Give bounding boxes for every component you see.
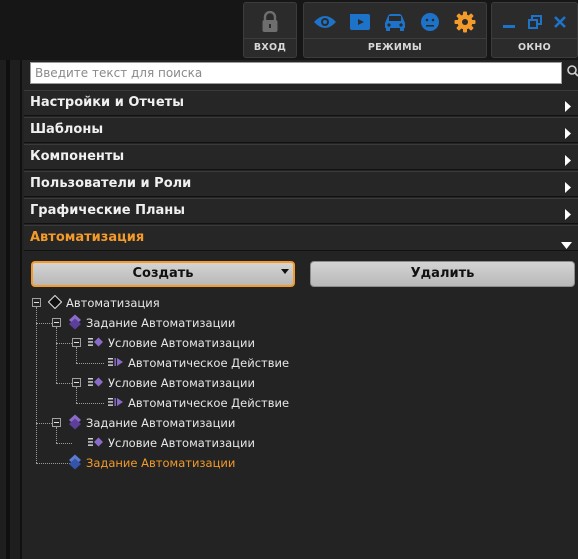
section-components[interactable]: Компоненты [24, 144, 578, 170]
tree-connector [56, 327, 57, 383]
chevron-right-icon [564, 97, 572, 116]
dropdown-arrow-icon[interactable] [281, 260, 289, 282]
tree-connector [56, 343, 72, 344]
tree-connector [76, 363, 104, 364]
condition-icon [88, 336, 104, 350]
left-gutter [0, 60, 22, 559]
tree-connector [36, 323, 52, 324]
tree-node-condition[interactable]: Условие Автоматизации [88, 333, 255, 353]
tree-connector [56, 383, 72, 384]
panel-edge [20, 60, 22, 559]
chevron-right-icon [564, 124, 572, 143]
tree-node-label: Автоматическое Действие [128, 356, 290, 370]
tree-node-label: Автоматизация [66, 296, 160, 310]
tree-node-condition[interactable]: Условие Автоматизации [88, 373, 255, 393]
section-label: Пользователи и Роли [30, 176, 192, 191]
tree-connector [36, 307, 37, 463]
tree-node-task[interactable]: Задание Автоматизации [68, 413, 235, 433]
chevron-right-icon [564, 151, 572, 170]
tree-node-label: Условие Автоматизации [108, 436, 255, 450]
section-templates[interactable]: Шаблоны [24, 117, 578, 143]
window-group: ОКНО [491, 2, 578, 58]
tree-node-label: Условие Автоматизации [108, 376, 255, 390]
chevron-right-icon [564, 205, 572, 224]
login-group: ВХОД [243, 2, 297, 58]
tree-connector [36, 423, 52, 424]
tree-node-automation-root[interactable]: Автоматизация [47, 293, 160, 313]
collapse-toggle[interactable] [72, 378, 81, 387]
login-caption: ВХОД [244, 38, 296, 57]
car-icon[interactable] [382, 9, 408, 35]
collapse-toggle[interactable] [32, 298, 41, 307]
restore-icon[interactable] [522, 9, 548, 35]
task-icon-new [68, 454, 82, 473]
tree-node-label: Автоматическое Действие [128, 396, 290, 410]
tree-connector [76, 403, 104, 404]
tree-node-task[interactable]: Задание Автоматизации [68, 313, 235, 333]
section-label: Настройки и Отчеты [30, 95, 184, 110]
automation-root-icon [47, 294, 63, 312]
face-icon[interactable] [417, 9, 443, 35]
tree-node-label: Задание Автоматизации [86, 456, 236, 470]
collapse-toggle[interactable] [52, 418, 61, 427]
create-button[interactable]: Создать [31, 261, 295, 287]
condition-icon [88, 376, 104, 390]
action-icon [108, 396, 124, 410]
tree-node-condition[interactable]: Условие Автоматизации [88, 433, 255, 453]
search-icon[interactable] [566, 64, 578, 80]
close-icon[interactable] [547, 9, 573, 35]
section-label: Компоненты [30, 149, 125, 164]
task-icon [68, 314, 82, 333]
automation-tree: Автоматизация Задание Автоматизации Усло… [24, 292, 578, 559]
gutter-divider[interactable] [6, 60, 10, 559]
eye-icon[interactable] [312, 9, 338, 35]
tree-node-task-selected[interactable]: Задание Автоматизации [68, 453, 235, 473]
tree-node-label: Условие Автоматизации [108, 336, 255, 350]
section-automation[interactable]: Автоматизация [24, 225, 578, 251]
tree-node-label: Задание Автоматизации [86, 316, 236, 330]
modes-group: РЕЖИМЫ [303, 2, 487, 58]
section-settings-reports[interactable]: Настройки и Отчеты [24, 90, 578, 116]
create-button-label: Создать [132, 266, 194, 281]
section-users-roles[interactable]: Пользователи и Роли [24, 171, 578, 197]
delete-button-label: Удалить [410, 266, 475, 281]
search-input[interactable] [30, 62, 562, 84]
gear-icon[interactable] [452, 9, 478, 35]
section-label: Автоматизация [30, 230, 145, 245]
chevron-down-icon [561, 234, 572, 253]
tree-connector [56, 427, 57, 443]
tree-node-label: Задание Автоматизации [86, 416, 236, 430]
top-toolbar: ВХОД РЕЖИМЫ ОКНО [0, 0, 578, 60]
modes-caption: РЕЖИМЫ [304, 38, 486, 57]
section-label: Графические Планы [30, 203, 186, 218]
lock-icon[interactable] [257, 9, 283, 35]
section-graphic-plans[interactable]: Графические Планы [24, 198, 578, 224]
task-icon [68, 414, 82, 433]
collapse-toggle[interactable] [52, 318, 61, 327]
chevron-right-icon [564, 178, 572, 197]
collapse-toggle[interactable] [72, 338, 81, 347]
minimize-icon[interactable] [496, 9, 522, 35]
condition-icon [88, 436, 104, 450]
section-label: Шаблоны [30, 122, 104, 137]
tree-connector [76, 347, 77, 363]
tree-node-action[interactable]: Автоматическое Действие [108, 393, 289, 413]
tree-connector [76, 387, 77, 403]
tree-connector [56, 443, 72, 444]
delete-button[interactable]: Удалить [310, 261, 575, 287]
window-caption: ОКНО [492, 38, 577, 57]
video-icon[interactable] [347, 9, 373, 35]
action-icon [108, 356, 124, 370]
tree-node-action[interactable]: Автоматическое Действие [108, 353, 289, 373]
tree-connector [36, 463, 72, 464]
